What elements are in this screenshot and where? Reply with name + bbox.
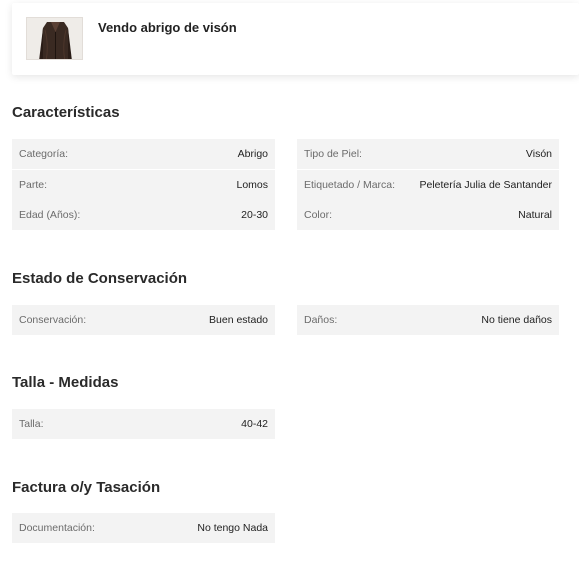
listing-details-page: Vendo abrigo de visón Características Ca… xyxy=(0,0,579,564)
listing-title: Vendo abrigo de visón xyxy=(98,20,237,35)
spec-row-parte: Parte: Lomos xyxy=(12,170,275,200)
section-title-factura: Factura o/y Tasación xyxy=(12,479,161,496)
spec-value: Abrigo xyxy=(237,148,268,160)
spec-value: Buen estado xyxy=(209,314,268,326)
spec-value: Lomos xyxy=(236,179,268,191)
spec-row-documentacion: Documentación: No tengo Nada xyxy=(12,513,275,543)
spec-label: Edad (Años): xyxy=(19,209,81,221)
spec-value: No tengo Nada xyxy=(197,522,268,534)
spec-value: 40-42 xyxy=(241,418,268,430)
spec-label: Tipo de Piel: xyxy=(304,148,362,160)
spec-value: 20-30 xyxy=(241,209,268,221)
spec-row-edad: Edad (Años): 20-30 xyxy=(12,200,275,230)
spec-label: Parte: xyxy=(19,179,48,191)
spec-label: Talla: xyxy=(19,418,44,430)
spec-row-etiquetado-marca: Etiquetado / Marca: Peletería Julia de S… xyxy=(297,170,559,200)
section-title-talla: Talla - Medidas xyxy=(12,374,119,391)
spec-row-categoria: Categoría: Abrigo xyxy=(12,139,275,169)
spec-value: Natural xyxy=(518,209,552,221)
spec-row-talla: Talla: 40-42 xyxy=(12,409,275,439)
section-title-caracteristicas: Características xyxy=(12,104,120,121)
spec-value: Peletería Julia de Santander xyxy=(419,179,552,191)
spec-value: Visón xyxy=(525,148,552,160)
spec-label: Documentación: xyxy=(19,522,95,534)
spec-label: Conservación: xyxy=(19,314,87,326)
spec-row-conservacion: Conservación: Buen estado xyxy=(12,305,275,335)
spec-label: Etiquetado / Marca: xyxy=(304,179,396,191)
spec-value: No tiene daños xyxy=(481,314,552,326)
section-title-conservacion: Estado de Conservación xyxy=(12,270,188,287)
spec-row-danos: Daños: No tiene daños xyxy=(297,305,559,335)
coat-thumbnail-image[interactable] xyxy=(26,17,83,60)
spec-label: Categoría: xyxy=(19,148,69,160)
spec-row-tipo-de-piel: Tipo de Piel: Visón xyxy=(297,139,559,169)
spec-row-color: Color: Natural xyxy=(297,200,559,230)
spec-label: Daños: xyxy=(304,314,338,326)
spec-label: Color: xyxy=(304,209,333,221)
listing-header-card[interactable]: Vendo abrigo de visón xyxy=(12,3,579,75)
